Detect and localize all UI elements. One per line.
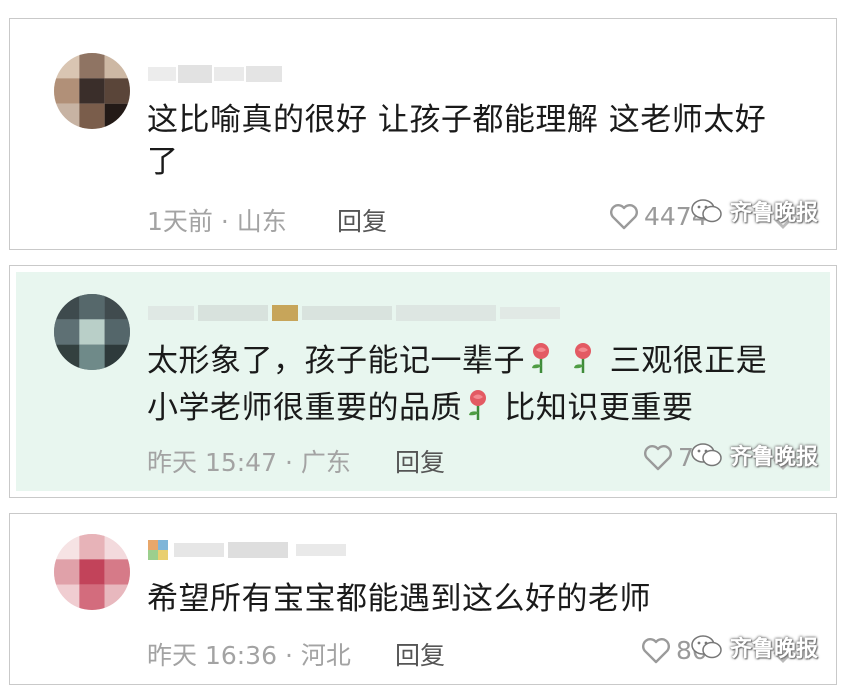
comment-text: 这比喻真的很好 让孩子都能理解 这老师太好了 — [147, 102, 767, 180]
avatar[interactable] — [54, 294, 130, 370]
rose-emoji-icon — [532, 343, 549, 373]
heart-outline-icon — [644, 445, 672, 471]
nickname-blurred[interactable] — [148, 302, 568, 324]
comment-time-location: 1天前 · 山东 — [147, 207, 287, 236]
reply-button[interactable]: 回复 — [337, 202, 387, 238]
avatar[interactable] — [54, 534, 130, 610]
avatar[interactable] — [54, 53, 130, 129]
heart-outline-icon — [610, 204, 638, 230]
comment-text: 太形象了，孩子能记一辈子 三观很正是小学老师很重要的品质 比知识更重要 — [147, 343, 768, 426]
comment-card: 太形象了，孩子能记一辈子 三观很正是小学老师很重要的品质 比知识更重要 昨天 1… — [9, 265, 837, 498]
wechat-logo-icon — [691, 443, 722, 467]
wechat-logo-icon — [691, 199, 722, 223]
rose-emoji-icon — [574, 343, 592, 373]
comment-card: 希望所有宝宝都能遇到这么好的老师 昨天 16:36 · 河北 回复 80 齐鲁晚… — [9, 513, 837, 685]
like-button[interactable]: 7 — [642, 442, 694, 472]
nickname-blurred[interactable] — [148, 538, 358, 560]
watermark: 齐鲁晚报 — [690, 631, 818, 663]
reply-button[interactable]: 回复 — [395, 636, 445, 672]
heart-outline-icon — [642, 638, 670, 664]
watermark: 齐鲁晚报 — [690, 439, 818, 471]
rose-emoji-icon — [469, 390, 486, 420]
watermark: 齐鲁晚报 — [690, 195, 818, 227]
wechat-logo-icon — [691, 635, 722, 659]
comment-time-location: 昨天 16:36 · 河北 — [147, 641, 351, 670]
comment-time-location: 昨天 15:47 · 广东 — [147, 448, 351, 477]
comment-card: 这比喻真的很好 让孩子都能理解 这老师太好了 1天前 · 山东 回复 4474 … — [9, 18, 837, 250]
nickname-blurred[interactable] — [148, 63, 288, 85]
comment-text: 希望所有宝宝都能遇到这么好的老师 — [147, 581, 651, 617]
reply-button[interactable]: 回复 — [395, 443, 445, 479]
